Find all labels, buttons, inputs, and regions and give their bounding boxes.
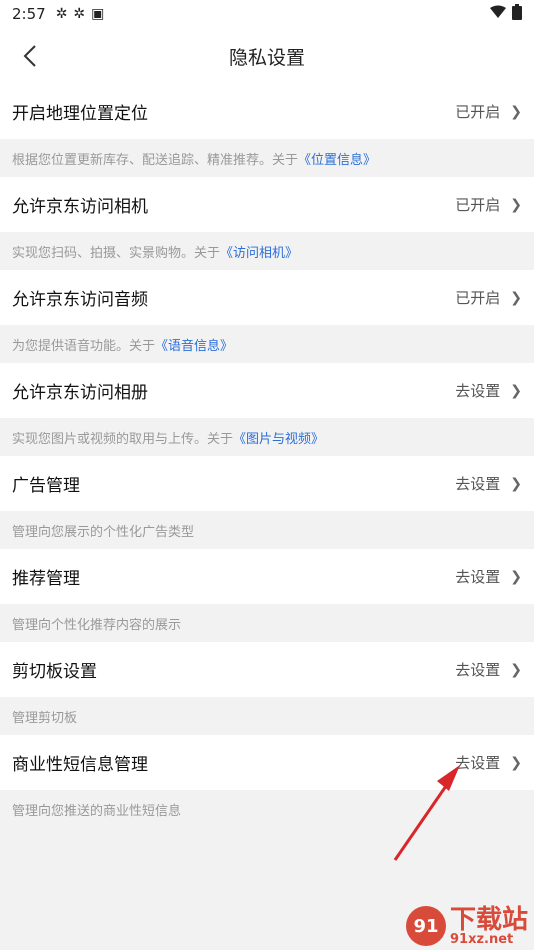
annotation-arrow <box>393 765 460 861</box>
watermark-logo: 91 <box>405 906 446 946</box>
watermark-name: 下载站 <box>449 904 528 935</box>
watermark: 91 下载站 91xz.net <box>405 904 528 947</box>
watermark-url: 91xz.net <box>449 931 514 947</box>
